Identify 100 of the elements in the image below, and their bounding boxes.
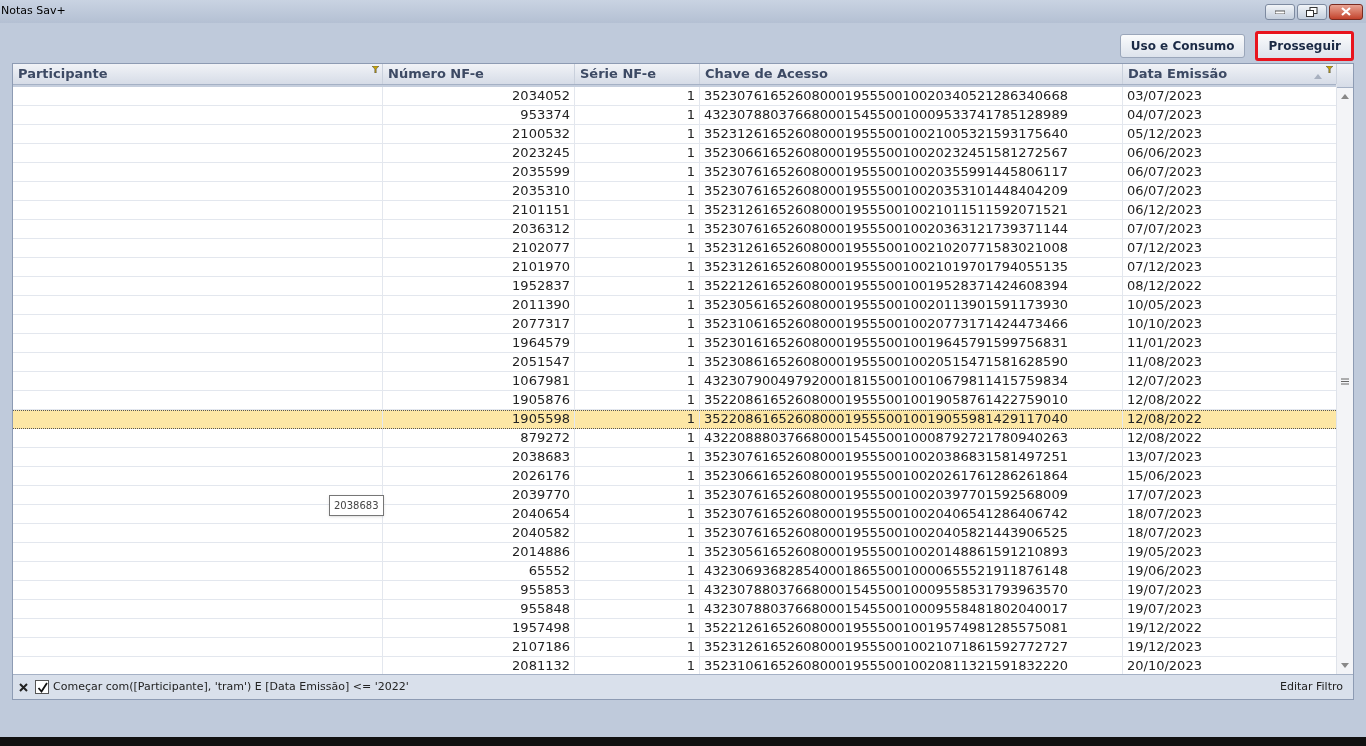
table-row[interactable]: 2102077 1 35231261652608000195550010021020771583021008 07/12/2023 [13, 238, 1336, 258]
table-row[interactable]: 1964579 1 35230161652608000195550010019645791599756831 11/01/2023 [13, 333, 1336, 353]
table-cell: 35230161652608000195550010019645791599756831 [700, 333, 1123, 352]
toolbar-button[interactable]: Uso e Consumo [1119, 34, 1246, 58]
table-cell: 35230761652608000195550010020406541286406742 [700, 504, 1123, 523]
table-cell: 43230790049792000181550010010679811415759834 [700, 371, 1123, 390]
table-cell: 2034052 [383, 86, 575, 105]
table-row[interactable]: 65552 1 43230693682854000186550010000655521911876148 19/06/2023 [13, 561, 1336, 581]
table-cell: 1964579 [383, 333, 575, 352]
column-header[interactable]: Série NF-e [575, 64, 700, 84]
table-row[interactable]: 2026176 1 35230661652608000195550010020261761286261864 15/06/2023 [13, 466, 1336, 486]
scroll-thumb-grip-icon[interactable] [1341, 377, 1349, 385]
table-cell: 2077317 [383, 314, 575, 333]
table-cell: 35230561652608000195550010020148861591210893 [700, 542, 1123, 561]
table-cell: 2036312 [383, 219, 575, 238]
table-cell: 2040582 [383, 523, 575, 542]
table-row[interactable]: 2014886 1 35230561652608000195550010020148861591210893 19/05/2023 [13, 542, 1336, 562]
table-row[interactable]: 2101151 1 35231261652608000195550010021011511592071521 06/12/2023 [13, 200, 1336, 220]
column-header[interactable]: Chave de Acesso [700, 64, 1123, 84]
table-cell: 1 [575, 618, 700, 637]
table-row[interactable]: 2011390 1 35230561652608000195550010020113901591173930 10/05/2023 [13, 295, 1336, 315]
table-cell: 1905598 [383, 410, 575, 428]
table-cell: 1 [575, 181, 700, 200]
table-row[interactable]: 2077317 1 35231061652608000195550010020773171424473466 10/10/2023 [13, 314, 1336, 334]
table-cell: 1 [575, 333, 700, 352]
filter-icon[interactable] [1326, 66, 1333, 73]
table-row[interactable]: 1905876 1 35220861652608000195550010019058761422759010 12/08/2022 [13, 390, 1336, 410]
table-row[interactable]: 1957498 1 35221261652608000195550010019574981285575081 19/12/2022 [13, 618, 1336, 638]
table-cell: 2035599 [383, 162, 575, 181]
table-cell: 2014886 [383, 542, 575, 561]
table-cell: 35221261652608000195550010019574981285575081 [700, 618, 1123, 637]
filter-checkbox[interactable] [35, 680, 49, 694]
table-row[interactable]: 953374 1 43230788037668000154550010009533741785128989 04/07/2023 [13, 105, 1336, 125]
table-cell: 1 [575, 162, 700, 181]
scroll-down-icon[interactable] [1341, 663, 1349, 668]
table-cell: 2011390 [383, 295, 575, 314]
table-cell: 35230761652608000195550010020340521286340668 [700, 86, 1123, 105]
table-row[interactable]: 2038683 1 35230761652608000195550010020386831581497251 13/07/2023 [13, 447, 1336, 467]
table-cell: 2100532 [383, 124, 575, 143]
table-cell: 35230761652608000195550010020355991445806117 [700, 162, 1123, 181]
table-row[interactable]: 2107186 1 35231261652608000195550010021071861592772727 19/12/2023 [13, 637, 1336, 657]
table-row[interactable]: 2101970 1 35231261652608000195550010021019701794055135 07/12/2023 [13, 257, 1336, 277]
table-row[interactable]: 2034052 1 35230761652608000195550010020340521286340668 03/07/2023 [13, 86, 1336, 106]
column-header[interactable]: Número NF-e [383, 64, 575, 84]
scrollbar[interactable] [1336, 64, 1353, 674]
clear-filter-icon[interactable] [19, 682, 28, 692]
table-cell: 2101151 [383, 200, 575, 219]
table-cell: 1 [575, 257, 700, 276]
table-cell: 35230761652608000195550010020386831581497251 [700, 447, 1123, 466]
table-cell: 955848 [383, 599, 575, 618]
filter-icon[interactable] [372, 66, 379, 73]
table-cell: 1 [575, 428, 700, 447]
table-cell: 35220861652608000195550010019055981429117040 [700, 410, 1123, 428]
table-cell: 1 [575, 295, 700, 314]
table-cell: 35221261652608000195550010019528371424608394 [700, 276, 1123, 295]
table-cell: 1 [575, 542, 700, 561]
table-cell: 1 [575, 219, 700, 238]
table-cell: 35231261652608000195550010021005321593175640 [700, 124, 1123, 143]
scroll-up-icon[interactable] [1341, 94, 1349, 99]
table-cell: 43230788037668000154550010009558531793963570 [700, 580, 1123, 599]
table-row[interactable]: 2023245 1 35230661652608000195550010020232451581272567 06/06/2023 [13, 143, 1336, 163]
toolbar-button[interactable]: Prosseguir [1255, 31, 1354, 61]
table-cell: 1 [575, 410, 700, 428]
table-cell: 2101970 [383, 257, 575, 276]
edit-filter-link[interactable]: Editar Filtro [1279, 678, 1343, 696]
table-cell: 2023245 [383, 143, 575, 162]
table-cell: 1 [575, 124, 700, 143]
table-row[interactable]: 955853 1 43230788037668000154550010009558531793963570 19/07/2023 [13, 580, 1336, 600]
restore-icon [1306, 6, 1318, 17]
table-cell: 955853 [383, 580, 575, 599]
table-cell: 35231261652608000195550010021011511592071521 [700, 200, 1123, 219]
table-row[interactable]: 2100532 1 35231261652608000195550010021005321593175640 05/12/2023 [13, 124, 1336, 144]
table-row[interactable]: 1952837 1 35221261652608000195550010019528371424608394 08/12/2022 [13, 276, 1336, 296]
table-cell: 2102077 [383, 238, 575, 257]
table-row[interactable]: 2051547 1 35230861652608000195550010020515471581628590 11/08/2023 [13, 352, 1336, 372]
table-row[interactable]: 2035310 1 35230761652608000195550010020353101448404209 06/07/2023 [13, 181, 1336, 201]
tooltip: 2038683 [329, 495, 384, 516]
table-row[interactable]: 2040582 1 35230761652608000195550010020405821443906525 18/07/2023 [13, 523, 1336, 543]
restore-button[interactable] [1297, 3, 1327, 20]
close-button[interactable] [1329, 3, 1363, 20]
table-cell: 35230761652608000195550010020405821443906525 [700, 523, 1123, 542]
sort-ascending-icon [1314, 74, 1322, 79]
table-row[interactable]: 2035599 1 35230761652608000195550010020355991445806117 06/07/2023 [13, 162, 1336, 182]
column-header[interactable]: Participante [13, 64, 383, 84]
table-row[interactable]: 2036312 1 35230761652608000195550010020363121739371144 07/07/2023 [13, 219, 1336, 239]
table-cell: 1 [575, 314, 700, 333]
table-cell: 2038683 [383, 447, 575, 466]
table-cell: 1 [575, 637, 700, 656]
table-row[interactable]: 1067981 1 43230790049792000181550010010679811415759834 12/07/2023 [13, 371, 1336, 391]
table-row[interactable]: 879272 1 43220888037668000154550010008792721780940263 12/08/2022 [13, 428, 1336, 448]
table-cell: 1 [575, 466, 700, 485]
table-cell: 2026176 [383, 466, 575, 485]
table-cell: 1957498 [383, 618, 575, 637]
table-cell: 35231261652608000195550010021071861592772727 [700, 637, 1123, 656]
table-cell: 1 [575, 352, 700, 371]
table-cell: 35230761652608000195550010020353101448404209 [700, 181, 1123, 200]
table-cell: 1 [575, 238, 700, 257]
table-cell: 953374 [383, 105, 575, 124]
check-icon [36, 681, 48, 693]
table-row[interactable]: 955848 1 43230788037668000154550010009558481802040017 19/07/2023 [13, 599, 1336, 619]
